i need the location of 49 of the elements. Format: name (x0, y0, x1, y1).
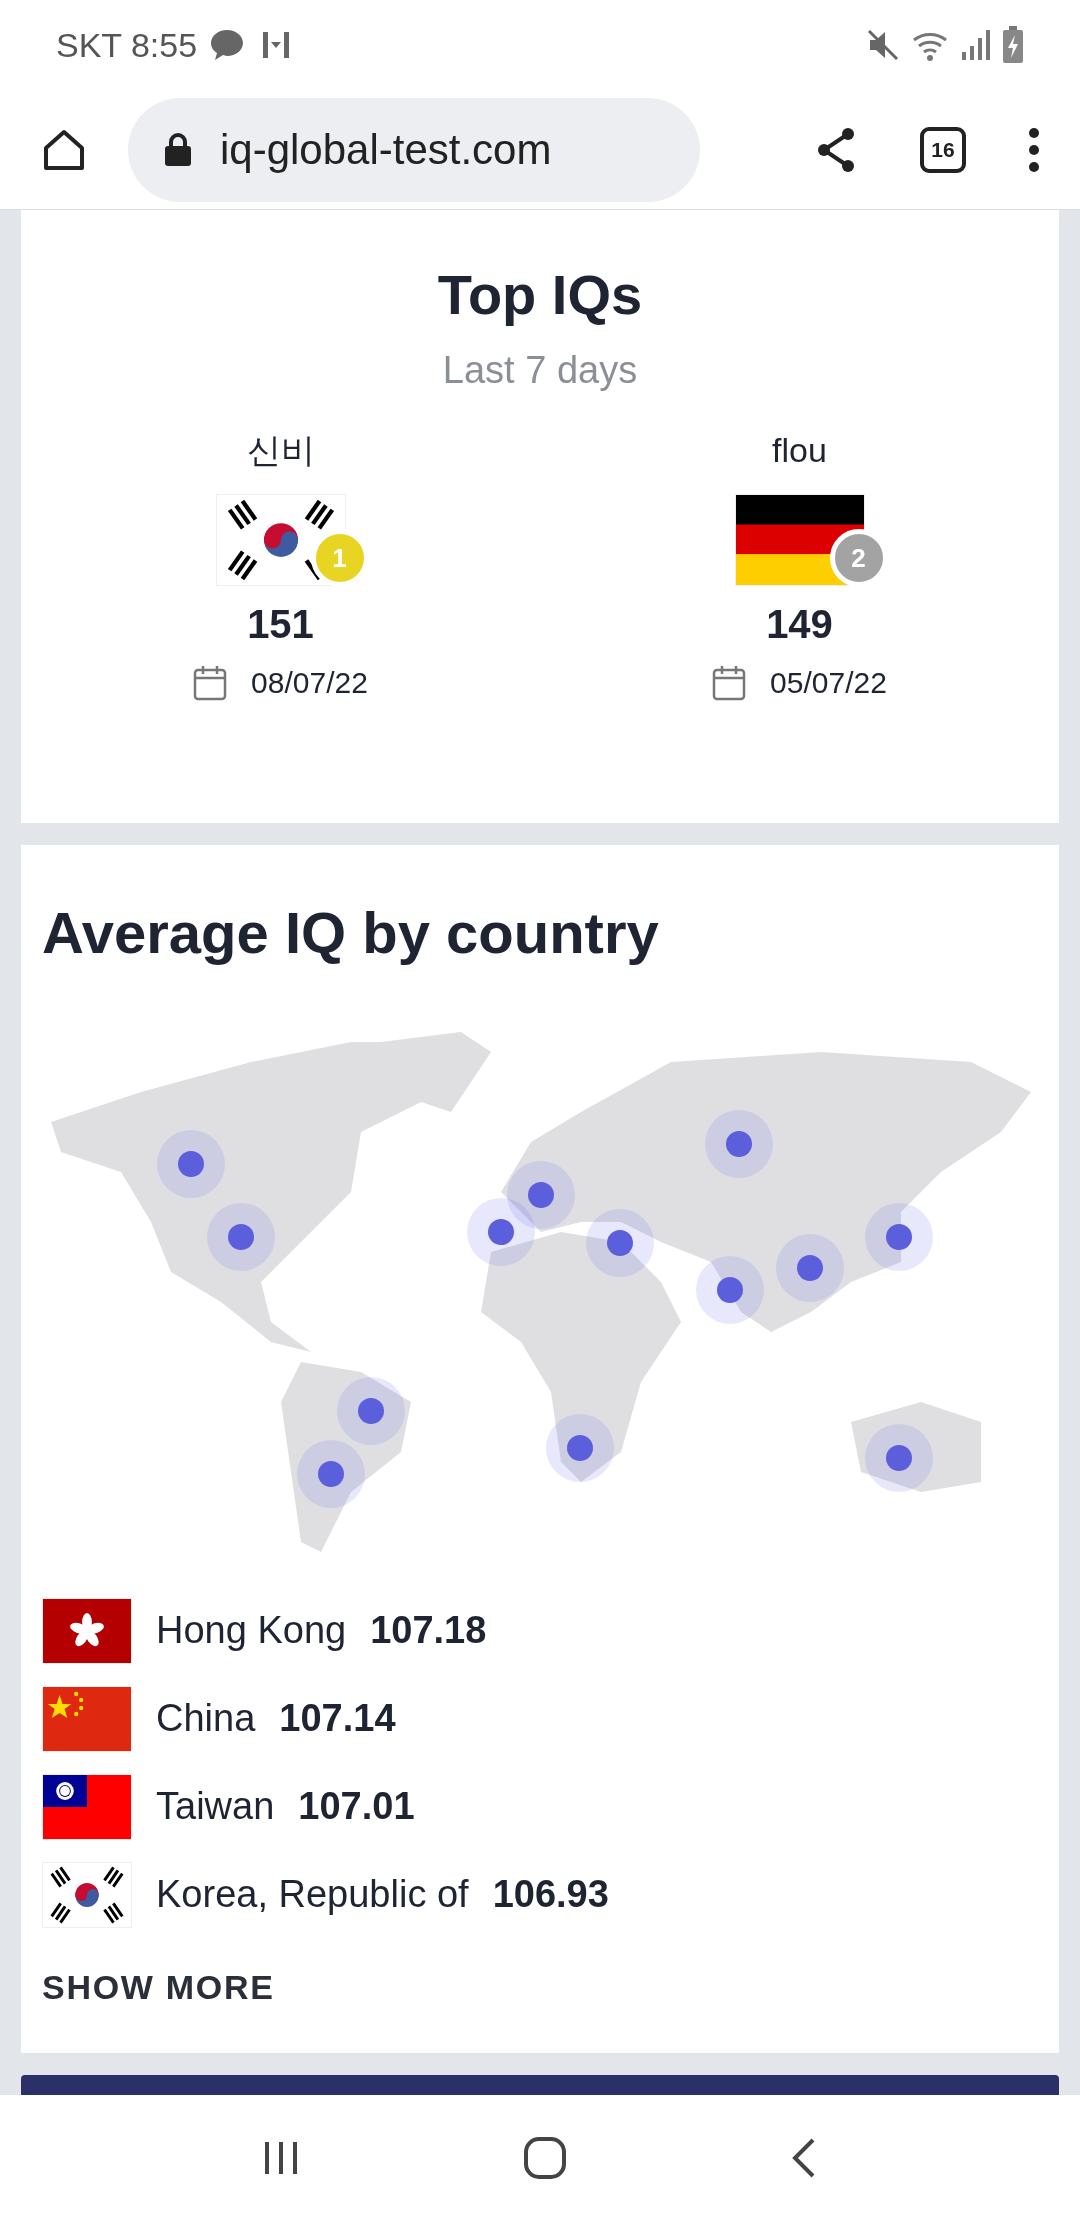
home-nav-icon[interactable] (523, 2135, 567, 2180)
map-marker (467, 1197, 535, 1266)
map-marker (586, 1208, 654, 1277)
user-name: 신비 (246, 430, 315, 471)
country-name: Korea, Republic of (156, 1872, 469, 1917)
section-subtitle: Last 7 days (442, 348, 638, 393)
map-marker (705, 1109, 773, 1178)
section-title: Average IQ by country (41, 899, 660, 967)
date-text: 08/07/22 (251, 665, 368, 701)
status-time: SKT 8:55 (56, 24, 198, 66)
country-name: China (156, 1696, 256, 1741)
country-score: 107.18 (370, 1608, 487, 1653)
address-bar[interactable]: iq-global-test.com (128, 97, 700, 202)
show-more-button[interactable]: SHOW MORE (42, 1961, 275, 2013)
section-title: Top IQs (437, 262, 643, 328)
map-marker (507, 1160, 575, 1229)
map-marker (776, 1233, 844, 1302)
lock-icon (164, 132, 192, 167)
country-score: 107.14 (279, 1696, 396, 1741)
flag-icon (42, 1861, 132, 1928)
country-name: Hong Kong (156, 1608, 347, 1653)
more-options-icon[interactable] (1028, 126, 1040, 173)
tab-count-button[interactable]: 16 (920, 126, 966, 173)
map-marker (865, 1202, 933, 1271)
flag-icon (42, 1773, 132, 1840)
country-score: 107.01 (298, 1784, 415, 1829)
date-text: 05/07/22 (770, 665, 887, 701)
map-marker (297, 1439, 365, 1508)
mute-icon (866, 28, 900, 62)
chat-icon (209, 28, 246, 62)
flag-icon (42, 1597, 132, 1664)
map-marker (696, 1255, 764, 1324)
country-score: 106.93 (492, 1872, 609, 1917)
url-text: iq-global-test.com (220, 125, 552, 175)
map-marker (865, 1423, 933, 1492)
calendar-icon (193, 664, 228, 701)
flag-icon (42, 1685, 132, 1752)
user-name: flou (772, 430, 827, 471)
map-marker (337, 1376, 405, 1445)
country-name: Taiwan (156, 1784, 275, 1829)
iq-score: 149 (766, 601, 833, 648)
iq-score: 151 (247, 601, 314, 648)
map-marker (207, 1202, 275, 1271)
map-marker (546, 1413, 614, 1482)
battery-icon (1002, 26, 1024, 64)
calendar-icon (712, 664, 747, 701)
signal-icon (960, 28, 990, 62)
map-marker (157, 1129, 225, 1198)
notification-icon (261, 30, 292, 60)
